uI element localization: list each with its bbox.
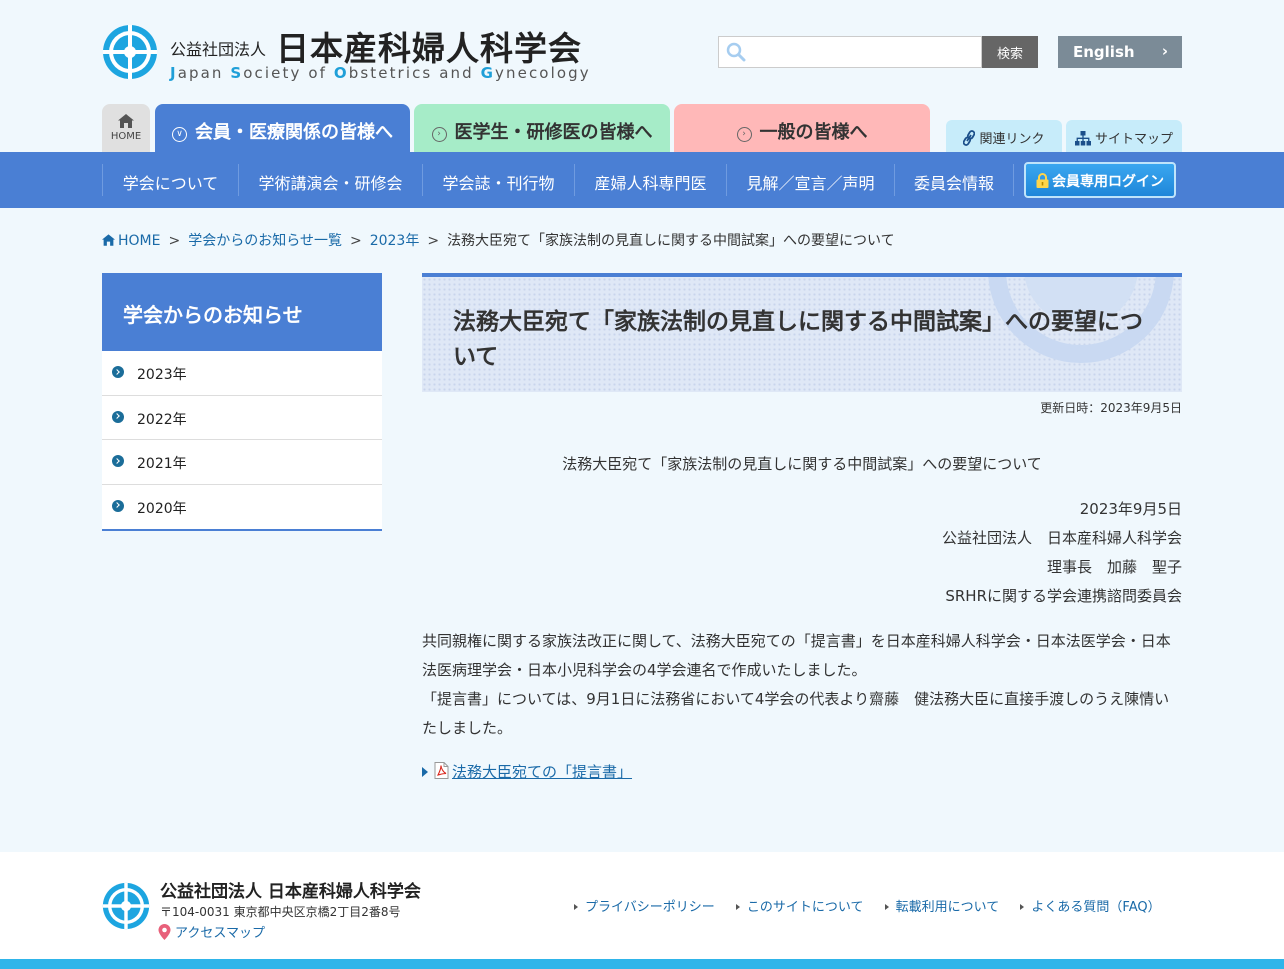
breadcrumb-separator: > <box>349 233 362 249</box>
arrow-right-icon <box>422 767 428 777</box>
pdf-download-link[interactable]: 法務大臣宛ての「提言書」 <box>422 761 632 782</box>
org-name: 日本産科婦人科学会 <box>276 29 582 68</box>
tab-students[interactable]: › 医学生・研修医の皆様へ <box>414 104 670 152</box>
search-input[interactable] <box>718 36 982 68</box>
org-name-english: Japan Society of Obstetrics and Gynecolo… <box>170 64 591 82</box>
site-footer: 公益社団法人 日本産科婦人科学会 〒104-0031 東京都中央区京橋2丁目2番… <box>0 852 1284 969</box>
tab-home[interactable]: HOME <box>102 104 150 152</box>
chevron-right-circle-icon: › <box>736 127 752 142</box>
sitemap-button[interactable]: サイトマップ <box>1066 120 1182 152</box>
tab-public[interactable]: › 一般の皆様へ <box>674 104 930 152</box>
document-date: 2023年9月5日 <box>1079 500 1182 518</box>
breadcrumb-separator: > <box>168 233 181 249</box>
footer-links: プライバシーポリシー このサイトについて 転載利用について よくある質問（FAQ… <box>574 896 1178 915</box>
footer-link-reprint[interactable]: 転載利用について <box>884 896 999 915</box>
document-heading: 法務大臣宛て「家族法制の見直しに関する中間試案」への要望について <box>562 455 1042 473</box>
chevron-right-circle-icon <box>112 499 124 512</box>
arrow-right-icon <box>574 904 578 910</box>
document-org: 公益社団法人 日本産科婦人科学会 <box>941 529 1182 547</box>
footer-link-privacy[interactable]: プライバシーポリシー <box>574 896 715 915</box>
sidebar-heading: 学会からのお知らせ <box>102 273 382 351</box>
related-links-button[interactable]: 関連リンク <box>946 120 1062 152</box>
member-login-button[interactable]: 会員専用ログイン <box>1024 162 1176 198</box>
breadcrumb: HOME > 学会からのお知らせ一覧 >2023年 > 法務大臣宛て「家族法制の見直しに関… <box>102 230 895 250</box>
nav-academic-meetings[interactable]: 学術講演会・研修会 <box>238 164 422 196</box>
nav-statements[interactable]: 見解／宣言／声明 <box>726 164 894 196</box>
nav-committees[interactable]: 委員会情報 <box>894 164 1014 196</box>
body-paragraph: 「提言書」については、9月1日に法務省において4学会の代表より齋藤 健法務大臣に… <box>422 690 1170 737</box>
footer-link-about-site[interactable]: このサイトについて <box>735 896 864 915</box>
chevron-right-circle-icon <box>112 410 124 423</box>
site-header: 公益社団法人 日本産科婦人科学会 Japan Society of Obstet… <box>0 0 1284 152</box>
chevron-right-circle-icon: › <box>431 127 447 142</box>
site-logo[interactable]: 公益社団法人 日本産科婦人科学会 Japan Society of Obstet… <box>102 22 592 84</box>
link-icon <box>963 130 976 146</box>
society-logo-icon <box>103 25 157 79</box>
footer-org-name: 公益社団法人 日本産科婦人科学会 <box>160 882 421 902</box>
access-map-link[interactable]: アクセスマップ <box>158 922 265 941</box>
breadcrumb-year[interactable]: 2023年 <box>370 233 420 249</box>
pdf-icon <box>434 762 449 779</box>
chevron-right-circle-icon <box>112 366 124 378</box>
breadcrumb-separator: > <box>427 233 440 249</box>
sidebar-item-2020[interactable]: 2020年 <box>102 485 382 530</box>
global-nav: 学会について 学術講演会・研修会 学会誌・刊行物 産婦人科専門医 見解／宣言／声… <box>0 152 1284 208</box>
search-button[interactable]: 検索 <box>982 36 1038 68</box>
search-icon <box>726 42 746 62</box>
sidebar-item-2021[interactable]: 2021年 <box>102 440 382 485</box>
chevron-right-icon: › <box>1161 42 1168 60</box>
chevron-down-circle-icon: ∨ <box>172 127 187 142</box>
sidebar: 学会からのお知らせ 2023年 2022年 2021年 2020年 <box>102 273 382 531</box>
english-site-button[interactable]: English › <box>1058 36 1182 68</box>
breadcrumb-current: 法務大臣宛て「家族法制の見直しに関する中間試案」への要望について <box>447 233 895 249</box>
sitemap-icon <box>1074 131 1091 146</box>
nav-specialist[interactable]: 産婦人科専門医 <box>574 164 726 196</box>
home-icon <box>102 234 115 246</box>
arrow-right-icon <box>884 904 889 910</box>
breadcrumb-home[interactable]: HOME <box>102 233 160 249</box>
lock-icon <box>1036 173 1049 188</box>
sidebar-item-2023[interactable]: 2023年 <box>102 351 382 396</box>
tab-members[interactable]: ∨ 会員・医療関係の皆様へ <box>155 104 410 152</box>
body-text: 共同親権に関する家族法改正に関して、法務大臣宛ての「提言書」を日本産科婦人科学会… <box>422 627 1182 743</box>
footer-link-faq[interactable]: よくある質問（FAQ） <box>1020 896 1161 915</box>
breadcrumb-news-list[interactable]: 学会からのお知らせ一覧 <box>188 233 342 249</box>
org-prefix: 公益社団法人 <box>170 40 267 59</box>
nav-about[interactable]: 学会について <box>102 164 238 196</box>
map-pin-icon <box>158 924 171 940</box>
footer-bar <box>0 959 1284 969</box>
page-title: 法務大臣宛て「家族法制の見直しに関する中間試案」への要望について <box>453 309 1143 370</box>
page-title-box: 法務大臣宛て「家族法制の見直しに関する中間試案」への要望について <box>422 273 1182 392</box>
home-icon <box>118 114 134 128</box>
arrow-right-icon <box>735 904 740 910</box>
updated-date: 更新日時：2023年9月5日 <box>1040 401 1182 415</box>
society-logo-icon <box>102 882 150 930</box>
body-paragraph: 共同親権に関する家族法改正に関して、法務大臣宛ての「提言書」を日本産科婦人科学会… <box>422 632 1171 679</box>
nav-journals[interactable]: 学会誌・刊行物 <box>422 164 574 196</box>
chevron-right-circle-icon <box>112 455 124 467</box>
arrow-right-icon <box>1020 904 1025 910</box>
sidebar-item-2022[interactable]: 2022年 <box>102 396 382 440</box>
site-search: 検索 <box>718 36 1038 68</box>
sidebar-list: 2023年 2022年 2021年 2020年 <box>102 351 382 531</box>
document-chair: 理事長 加藤 聖子 <box>1046 558 1182 576</box>
document-committee: SRHRに関する学会連携諮問委員会 <box>945 587 1182 605</box>
footer-address: 〒104-0031 東京都中央区京橋2丁目2番8号 <box>160 905 401 919</box>
